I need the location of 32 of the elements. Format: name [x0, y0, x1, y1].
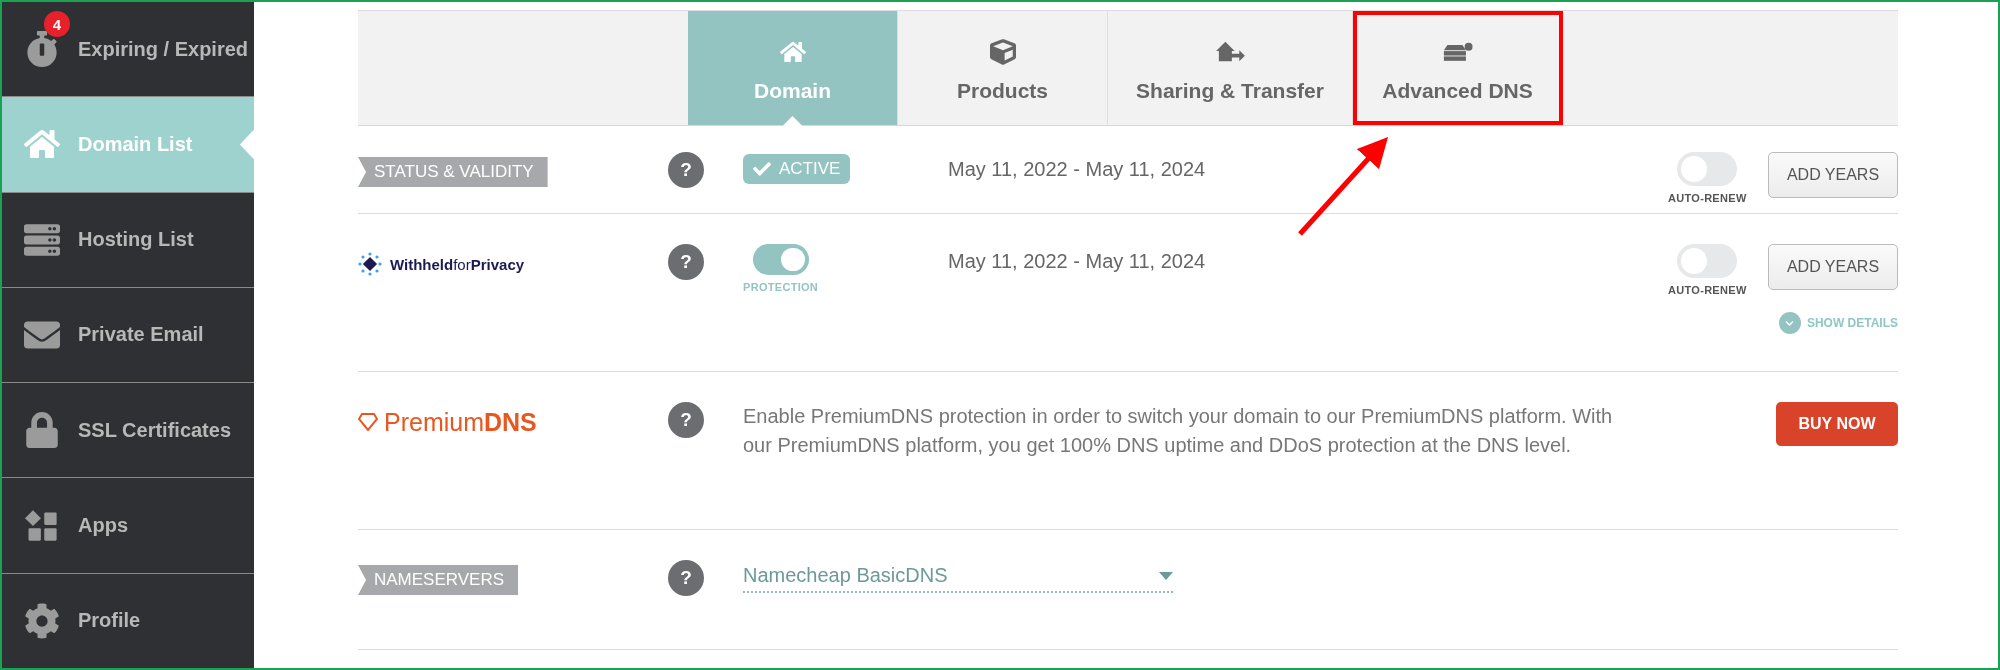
add-years-button[interactable]: ADD YEARS — [1768, 244, 1898, 290]
buy-now-button[interactable]: BUY NOW — [1776, 402, 1898, 446]
help-icon[interactable]: ? — [668, 560, 704, 596]
server-icon — [24, 221, 60, 258]
tab[interactable]: Advanced DNS — [1353, 11, 1563, 125]
date-range: May 11, 2022 - May 11, 2024 — [948, 250, 1207, 273]
help-icon[interactable]: ? — [668, 244, 704, 280]
lock-icon — [24, 412, 60, 449]
nameserver-select[interactable]: Namecheap BasicDNS — [743, 564, 1173, 593]
count-badge: 4 — [44, 11, 70, 38]
premium-description: Enable PremiumDNS protection in order to switch your domain to our PremiumDNS platform. With our PremiumDNS platform, you get 100% DNS uptime and DDoS protection at the DNS level. — [743, 404, 1614, 458]
toggle-switch[interactable] — [1677, 152, 1738, 186]
date-range: May 11, 2022 - May 11, 2024 — [948, 158, 1207, 181]
chevron-icon — [1778, 312, 1801, 334]
caret-icon — [1159, 571, 1173, 580]
add-years-button[interactable]: ADD YEARS — [1768, 152, 1898, 198]
stopwatch-icon — [24, 31, 60, 68]
help-icon[interactable]: ? — [668, 402, 704, 438]
toggle-switch[interactable] — [752, 244, 809, 276]
toggle-label: AUTO-RENEW — [1668, 283, 1747, 296]
status-badge: ACTIVE — [743, 154, 851, 184]
gear-icon — [24, 602, 60, 639]
premium-dns-logo: PremiumDNS — [358, 407, 537, 437]
section-label: NAMESERVERS — [358, 565, 519, 595]
toggle-label: AUTO-RENEW — [1668, 191, 1747, 204]
help-icon[interactable]: ? — [668, 152, 704, 188]
privacy-logo: WithheldforPrivacy — [358, 252, 525, 276]
house-icon — [779, 39, 806, 65]
toggle-switch[interactable] — [1677, 244, 1738, 278]
section-label: STATUS & VALIDITY — [358, 157, 548, 187]
toggle-label: PROTECTION — [743, 281, 819, 294]
cube-icon — [989, 39, 1016, 65]
